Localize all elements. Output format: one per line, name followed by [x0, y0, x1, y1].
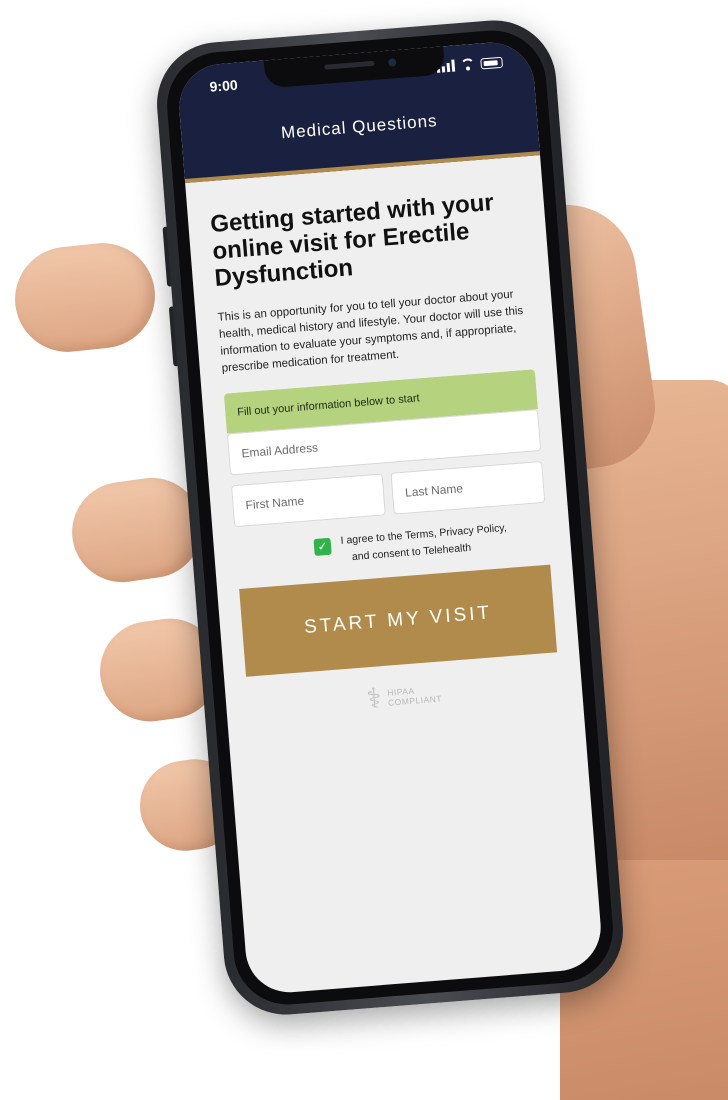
headline: Getting started with your online visit f…	[209, 188, 495, 292]
hipaa-label: HIPAA COMPLIANT	[387, 684, 442, 708]
signup-form: Fill out your information below to start	[223, 369, 546, 528]
status-icons	[436, 56, 504, 73]
main-content: Getting started with your online visit f…	[185, 155, 604, 995]
last-name-field[interactable]	[390, 460, 546, 515]
consent-checkbox[interactable]: ✓	[313, 537, 332, 557]
checkmark-icon: ✓	[316, 539, 329, 554]
battery-icon	[480, 56, 504, 70]
front-camera	[388, 58, 397, 67]
speaker-grille	[324, 60, 375, 70]
consent-row: ✓ I agree to the Terms, Privacy Policy, …	[313, 517, 549, 569]
page-title: Medical Questions	[280, 111, 439, 143]
status-time: 9:00	[209, 76, 239, 95]
caduceus-icon: ⚕	[365, 682, 383, 715]
phone-device: 9:00 Medical Questions Getting started w…	[152, 15, 628, 1020]
hand-finger-index	[9, 237, 161, 358]
start-visit-button[interactable]: START MY VISIT	[239, 564, 558, 677]
hipaa-badge: ⚕ HIPAA COMPLIANT	[247, 670, 560, 722]
phone-screen: 9:00 Medical Questions Getting started w…	[176, 39, 604, 996]
wifi-icon	[460, 58, 475, 71]
first-name-field[interactable]	[230, 473, 386, 528]
intro-text: This is an opportunity for you to tell y…	[217, 288, 524, 375]
consent-label: I agree to the Terms, Privacy Policy, an…	[340, 520, 509, 567]
